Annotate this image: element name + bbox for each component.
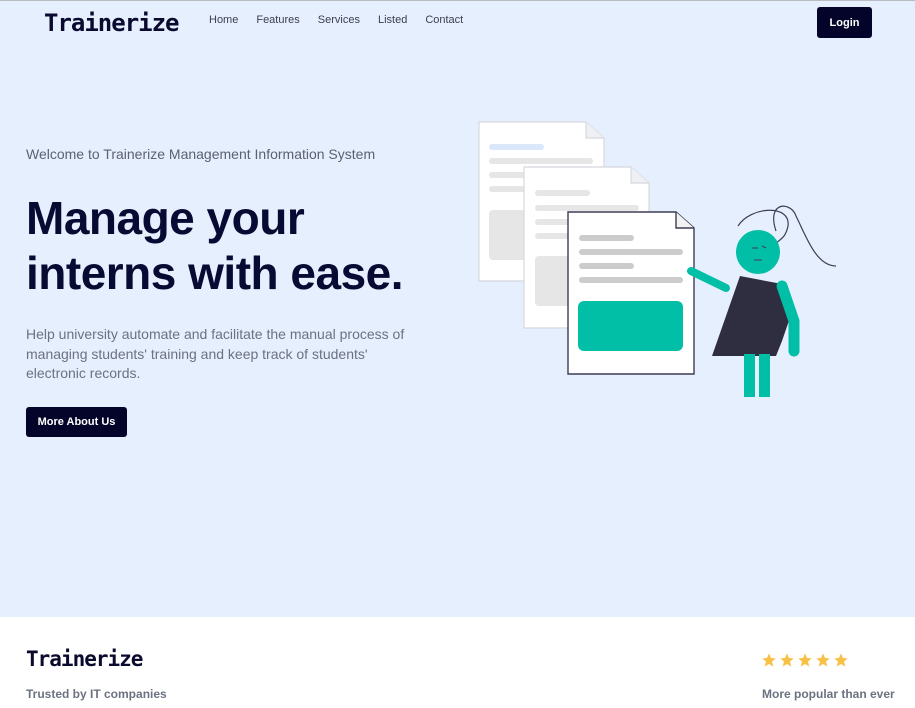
document-front <box>567 211 695 375</box>
star-icon <box>780 653 794 667</box>
brand-logo[interactable]: Trainerize <box>44 9 179 37</box>
nav-services[interactable]: Services <box>318 14 360 26</box>
trusted-text: Trusted by IT companies <box>26 687 167 701</box>
hero-description: Help university automate and facilitate … <box>26 326 405 381</box>
star-icon <box>834 653 848 667</box>
footer-brand-logo: Trainerize <box>26 647 143 671</box>
nav-contact[interactable]: Contact <box>425 14 463 26</box>
nav-features[interactable]: Features <box>256 14 299 26</box>
headline-line-1: Manage your <box>26 192 305 244</box>
documents-person-illustration <box>478 121 837 397</box>
hero-headline: Manage your interns with ease. <box>26 191 404 301</box>
person-figure <box>687 205 837 397</box>
main-nav: Home Features Services Listed Contact <box>209 14 463 26</box>
hero-section: Trainerize Home Features Services Listed… <box>0 0 915 617</box>
rating-stars <box>761 652 849 668</box>
more-about-us-button[interactable]: More About Us <box>26 407 127 437</box>
headline-line-2: interns with ease. <box>26 247 404 299</box>
popular-text: More popular than ever <box>762 687 895 701</box>
nav-listed[interactable]: Listed <box>378 14 407 26</box>
star-icon <box>816 653 830 667</box>
star-icon <box>762 653 776 667</box>
nav-home[interactable]: Home <box>209 14 238 26</box>
login-button[interactable]: Login <box>817 7 872 38</box>
star-icon <box>798 653 812 667</box>
welcome-text: Welcome to Trainerize Management Informa… <box>26 146 376 162</box>
